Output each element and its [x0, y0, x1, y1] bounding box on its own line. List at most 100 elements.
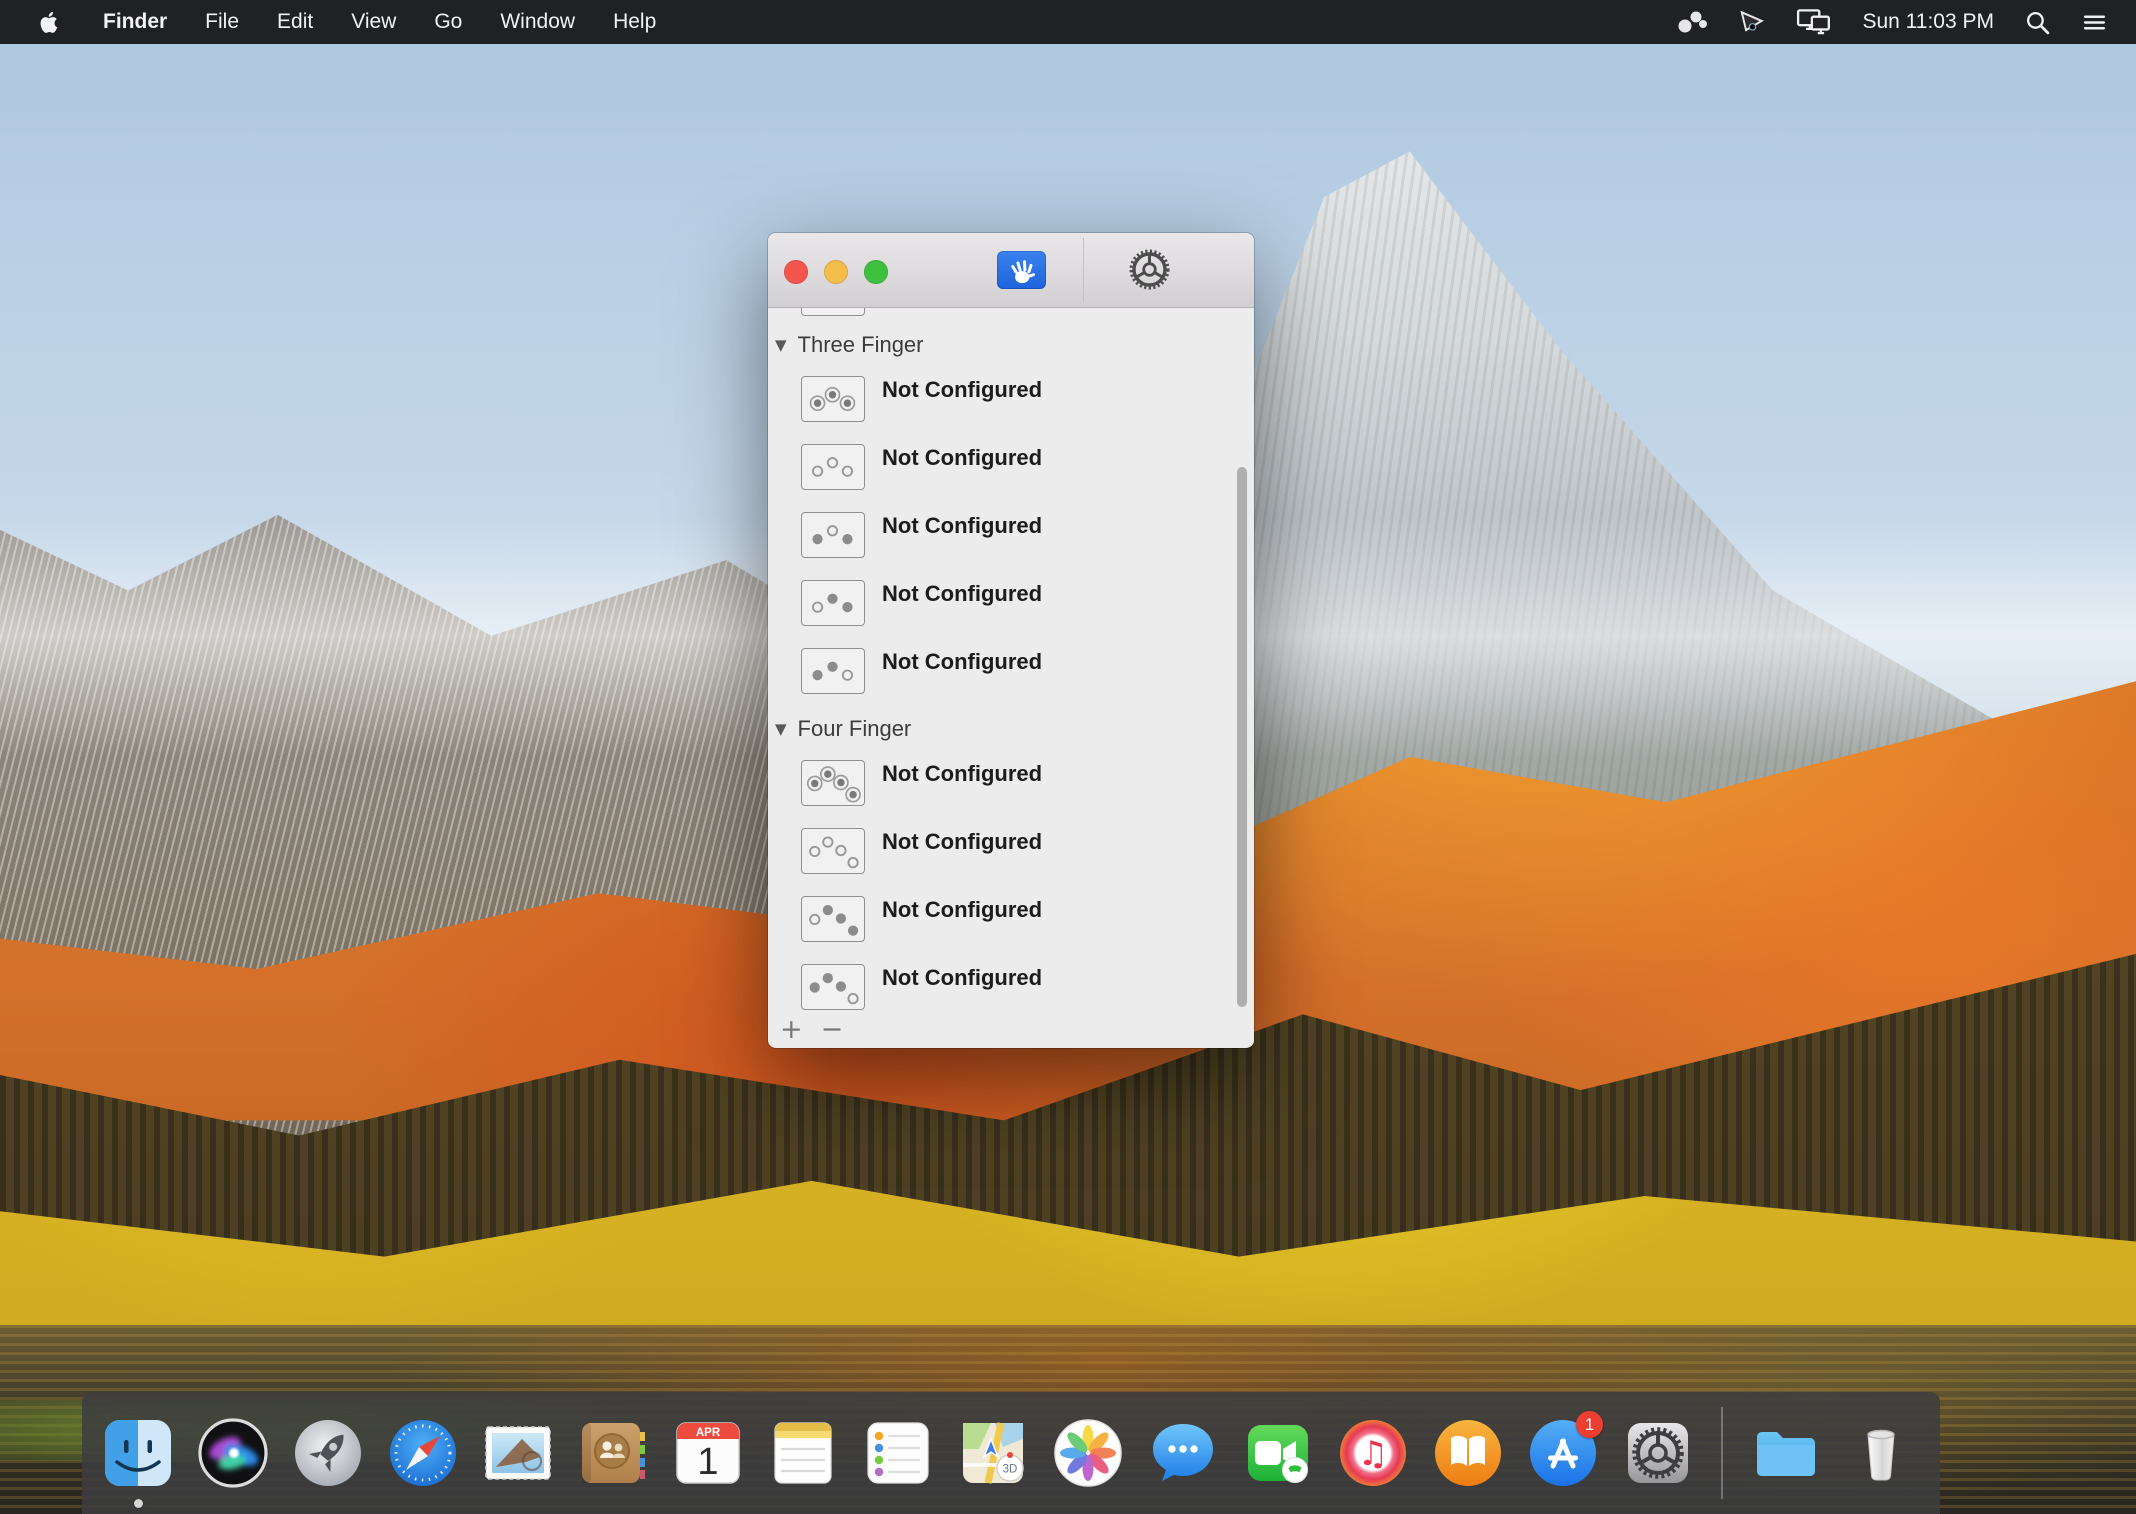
- close-button[interactable]: [784, 260, 808, 284]
- pointer-icon: [1738, 8, 1766, 36]
- status-item-pointer[interactable]: [1730, 8, 1774, 36]
- menu-edit[interactable]: Edit: [258, 0, 332, 44]
- dock-item-trash[interactable]: [1843, 1415, 1919, 1491]
- dock-item-contacts[interactable]: [575, 1415, 651, 1491]
- gesture-list: ▼Three FingerNot ConfiguredNot Configure…: [768, 308, 1254, 1032]
- status-item-displays[interactable]: [1788, 7, 1840, 37]
- gesture-pattern-icon: [801, 760, 865, 806]
- scrollbar-thumb[interactable]: [1237, 467, 1247, 1007]
- gesture-pattern-icon: [801, 828, 865, 874]
- gesture-row[interactable]: Not Configured: [801, 376, 1254, 422]
- remove-gesture-button[interactable]: −: [821, 1017, 844, 1043]
- facetime-icon: [1240, 1415, 1316, 1491]
- status-item-notification-center[interactable]: [2073, 9, 2116, 36]
- siri-icon: [195, 1415, 271, 1491]
- menu-file[interactable]: File: [186, 0, 258, 44]
- gesture-action-label: Not Configured: [882, 966, 1042, 990]
- system-preferences-icon: [1620, 1415, 1696, 1491]
- dock-item-safari[interactable]: [385, 1415, 461, 1491]
- dock-item-mail[interactable]: [480, 1415, 556, 1491]
- reminders-icon: [860, 1415, 936, 1491]
- apple-logo-icon: [36, 7, 62, 37]
- dock-item-messages[interactable]: [1145, 1415, 1221, 1491]
- launchpad-icon: [290, 1415, 366, 1491]
- status-item-spotlight[interactable]: [2016, 9, 2059, 36]
- disclosure-triangle-icon[interactable]: ▼: [775, 722, 787, 737]
- gesture-row[interactable]: Not Configured: [801, 828, 1254, 874]
- photos-icon: [1050, 1415, 1126, 1491]
- desktop: Finder File Edit View Go Window Help Sun…: [0, 0, 2136, 1514]
- dock-item-maps[interactable]: 3D: [955, 1415, 1031, 1491]
- dock-item-reminders[interactable]: [860, 1415, 936, 1491]
- dock-item-siri[interactable]: [195, 1415, 271, 1491]
- gesture-pattern-icon: [801, 964, 865, 1010]
- menu-help[interactable]: Help: [594, 0, 675, 44]
- menu-view[interactable]: View: [332, 0, 415, 44]
- add-gesture-button[interactable]: +: [780, 1017, 803, 1043]
- itunes-icon: ♫: [1335, 1415, 1411, 1491]
- menu-bar-clock[interactable]: Sun 11:03 PM: [1854, 10, 2002, 34]
- trash-icon: [1843, 1415, 1919, 1491]
- menu-app-name[interactable]: Finder: [84, 0, 186, 44]
- notification-center-icon: [2081, 9, 2108, 36]
- app-dots-icon: [1676, 7, 1708, 37]
- gesture-row[interactable]: Not Configured: [801, 580, 1254, 626]
- dock-item-books[interactable]: [1430, 1415, 1506, 1491]
- menu-go[interactable]: Go: [415, 0, 481, 44]
- gesture-pattern-icon: [801, 580, 865, 626]
- section-rows: Not Configured Not Configured Not Configur…: [768, 376, 1254, 694]
- gesture-pattern-icon: [801, 376, 865, 422]
- menu-window[interactable]: Window: [481, 0, 594, 44]
- svg-text:♫: ♫: [1358, 1434, 1388, 1474]
- displays-icon: [1796, 7, 1832, 37]
- calendar-day-label: 1: [697, 1441, 718, 1483]
- folder-icon: [1748, 1415, 1824, 1491]
- toolbar-trackpad-button[interactable]: [997, 251, 1046, 289]
- gesture-action-label: Not Configured: [882, 650, 1042, 674]
- messages-icon: [1145, 1415, 1221, 1491]
- dock-item-folder[interactable]: [1748, 1415, 1824, 1491]
- gesture-row[interactable]: Not Configured: [801, 648, 1254, 694]
- gesture-row[interactable]: Not Configured: [801, 512, 1254, 558]
- disclosure-triangle-icon[interactable]: ▼: [775, 338, 787, 353]
- gesture-action-label: Not Configured: [882, 830, 1042, 854]
- notes-icon: [765, 1415, 841, 1491]
- maps-3d-label: 3D: [1003, 1464, 1018, 1476]
- gesture-action-label: Not Configured: [882, 378, 1042, 402]
- section-label: Three Finger: [798, 332, 924, 358]
- gesture-list-pane: ▼Three FingerNot ConfiguredNot Configure…: [768, 308, 1254, 1047]
- gesture-action-label: Not Configured: [882, 446, 1042, 470]
- window-toolbar: [768, 233, 1254, 308]
- minimize-button[interactable]: [824, 260, 848, 284]
- dock-item-finder[interactable]: [100, 1415, 176, 1491]
- zoom-button[interactable]: [864, 260, 888, 284]
- dock-item-notes[interactable]: [765, 1415, 841, 1491]
- dock-item-calendar[interactable]: APR 1: [670, 1415, 746, 1491]
- contacts-icon: [575, 1415, 651, 1491]
- dock-item-launchpad[interactable]: [290, 1415, 366, 1491]
- books-icon: [1430, 1415, 1506, 1491]
- dock-item-itunes[interactable]: ♫: [1335, 1415, 1411, 1491]
- dock: APR 1: [82, 1392, 1940, 1514]
- gesture-row[interactable]: Not Configured: [801, 444, 1254, 490]
- maps-icon: 3D: [955, 1415, 1031, 1491]
- gesture-row[interactable]: Not Configured: [801, 964, 1254, 1010]
- gestures-window: ▼Three FingerNot ConfiguredNot Configure…: [768, 233, 1254, 1048]
- notification-badge: 1: [1576, 1411, 1603, 1438]
- gesture-action-label: Not Configured: [882, 514, 1042, 538]
- dock-item-system-preferences[interactable]: [1620, 1415, 1696, 1491]
- status-item-app-dots[interactable]: [1668, 7, 1716, 37]
- gear-icon: [1126, 246, 1173, 293]
- trackpad-hand-icon: [1005, 255, 1039, 285]
- dock-item-photos[interactable]: [1050, 1415, 1126, 1491]
- gesture-row[interactable]: Not Configured: [801, 760, 1254, 806]
- apple-menu[interactable]: [22, 7, 84, 37]
- dock-item-app-store[interactable]: 1: [1525, 1415, 1601, 1491]
- gesture-pattern-icon: [801, 648, 865, 694]
- traffic-lights: [784, 260, 888, 284]
- finder-icon: [100, 1415, 176, 1491]
- toolbar-settings-button[interactable]: [1126, 246, 1173, 293]
- gesture-pattern-icon: [801, 512, 865, 558]
- dock-item-facetime[interactable]: [1240, 1415, 1316, 1491]
- gesture-row[interactable]: Not Configured: [801, 896, 1254, 942]
